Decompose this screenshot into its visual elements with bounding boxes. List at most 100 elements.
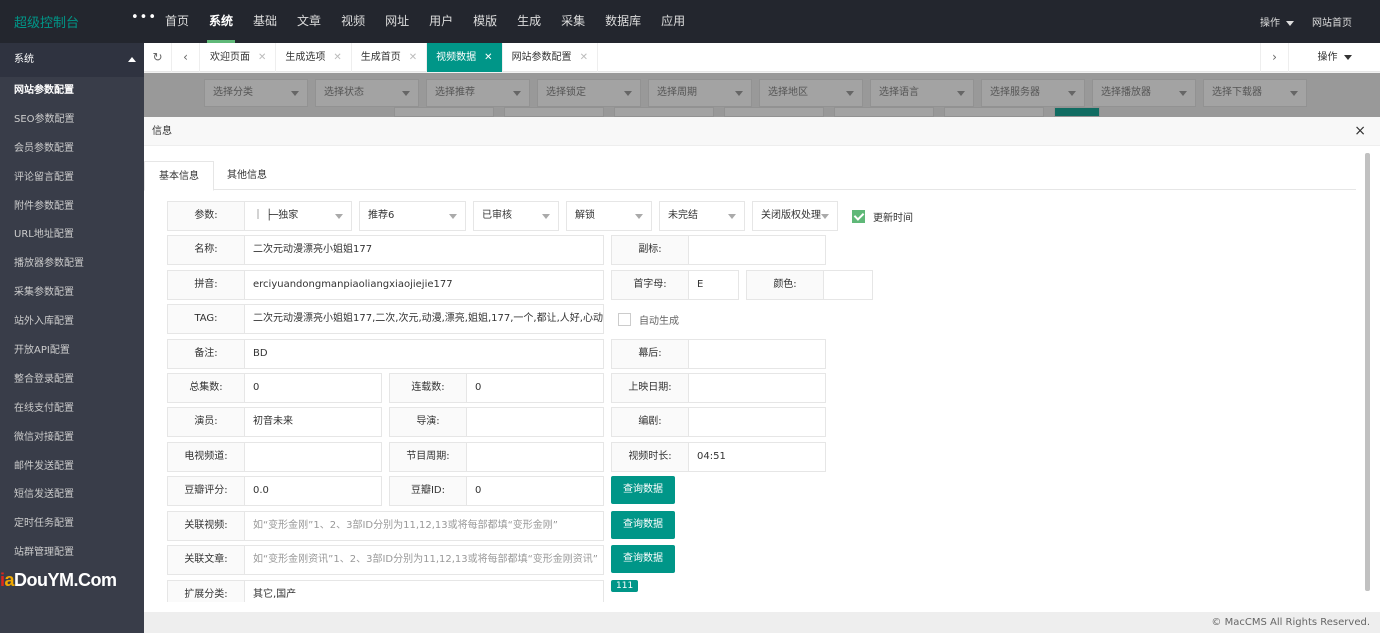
behind-input[interactable] — [689, 339, 826, 369]
tab-other-info[interactable]: 其他信息 — [213, 161, 281, 191]
nav-article[interactable]: 文章 — [287, 0, 331, 43]
top-header: 超级控制台 ••• 首页 系统 基础 文章 视频 网址 用户 模版 生成 采集 … — [0, 0, 1380, 43]
close-icon[interactable]: ✕ — [333, 52, 341, 63]
name-input[interactable]: 二次元动漫漂亮小姐姐177 — [245, 235, 604, 265]
filter-select[interactable]: 选择语言 — [870, 79, 974, 107]
sidebar-item-wechat[interactable]: 微信对接配置 — [0, 424, 144, 453]
sidebar-item-member[interactable]: 会员参数配置 — [0, 135, 144, 164]
close-icon[interactable]: ✕ — [258, 52, 266, 63]
actor-input[interactable]: 初音未来 — [245, 407, 382, 437]
filter-select[interactable]: 选择锁定 — [537, 79, 641, 107]
close-icon[interactable]: ✕ — [409, 52, 417, 63]
sidebar-item-sms[interactable]: 短信发送配置 — [0, 481, 144, 510]
nav-database[interactable]: 数据库 — [595, 0, 651, 43]
sidebar-item-comment[interactable]: 评论留言配置 — [0, 164, 144, 193]
sidebar-item-import[interactable]: 站外入库配置 — [0, 308, 144, 337]
refresh-icon[interactable]: ↻ — [144, 43, 172, 72]
filter-select[interactable]: 选择地区 — [759, 79, 863, 107]
menu-toggle-icon[interactable]: ••• — [131, 10, 157, 25]
writer-input[interactable] — [689, 407, 826, 437]
letter-input[interactable]: E — [689, 270, 739, 300]
sidebar-item-attachment[interactable]: 附件参数配置 — [0, 193, 144, 222]
nav-generate[interactable]: 生成 — [507, 0, 551, 43]
tab-video-data[interactable]: 视频数据 ✕ — [427, 43, 503, 72]
nav-apps[interactable]: 应用 — [651, 0, 695, 43]
pubdate-input[interactable] — [689, 373, 826, 403]
filter-select[interactable]: 选择播放器 — [1092, 79, 1196, 107]
tab-basic-info[interactable]: 基本信息 — [144, 161, 214, 191]
filter-select[interactable]: 选择下载器 — [1203, 79, 1307, 107]
update-time-checkbox[interactable]: 更新时间 — [852, 201, 913, 231]
query-douban-button[interactable]: 查询数据 — [611, 476, 675, 504]
tab-ops-menu[interactable]: 操作 — [1288, 43, 1380, 72]
tag-input[interactable]: 二次元动漫漂亮小姐姐177,二次,次元,动漫,漂亮,姐姐,177,一个,都让,人… — [245, 304, 604, 334]
chevron-left-icon[interactable]: ‹ — [172, 43, 200, 72]
ext-class-input[interactable]: 其它,国产 — [245, 580, 604, 602]
tab-welcome[interactable]: 欢迎页面 ✕ — [201, 43, 277, 72]
tv-input[interactable] — [245, 442, 382, 472]
tab-gen-options[interactable]: 生成选项 ✕ — [276, 43, 352, 72]
douban-score-input[interactable]: 0.0 — [245, 476, 382, 506]
sidebar-item-url[interactable]: URL地址配置 — [0, 221, 144, 250]
type-select[interactable]: ｜ ├─独家 — [245, 201, 352, 231]
nav-collect[interactable]: 采集 — [551, 0, 595, 43]
filter-select[interactable]: 选择周期 — [648, 79, 752, 107]
sidebar-item-timer[interactable]: 定时任务配置 — [0, 510, 144, 539]
chevron-right-icon[interactable]: › — [1260, 43, 1288, 72]
header-ops-menu[interactable]: 操作 — [1260, 14, 1294, 29]
chevron-down-icon — [449, 214, 457, 219]
scrollbar[interactable] — [1365, 153, 1370, 591]
sidebar-item-collect[interactable]: 采集参数配置 — [0, 279, 144, 308]
query-rel-vod-button[interactable]: 查询数据 — [611, 511, 675, 539]
sidebar-item-seo[interactable]: SEO参数配置 — [0, 106, 144, 135]
serial-input[interactable]: 0 — [467, 373, 604, 403]
lock-select[interactable]: 解锁 — [566, 201, 652, 231]
subtitle-input[interactable] — [689, 235, 826, 265]
remark-input[interactable]: BD — [245, 339, 604, 369]
sidebar-item-login[interactable]: 整合登录配置 — [0, 366, 144, 395]
tab-gen-index[interactable]: 生成首页 ✕ — [352, 43, 428, 72]
auto-generate-checkbox[interactable]: 自动生成 — [618, 304, 679, 334]
rel-vod-input[interactable]: 如“变形金刚”1、2、3部ID分别为11,12,13或将每部都填“变形金刚” — [245, 511, 604, 541]
total-input[interactable]: 0 — [245, 373, 382, 403]
recommend-select[interactable]: 推荐6 — [359, 201, 466, 231]
sidebar-item-pay[interactable]: 在线支付配置 — [0, 395, 144, 424]
weekday-input[interactable] — [467, 442, 604, 472]
duration-input[interactable]: 04:51 — [689, 442, 826, 472]
filter-select[interactable]: 选择服务器 — [981, 79, 1085, 107]
sidebar-item-sitegroup[interactable]: 站群管理配置 — [0, 539, 144, 568]
sidebar-item-site-config[interactable]: 网站参数配置 — [0, 77, 144, 106]
filter-select[interactable]: 选择状态 — [315, 79, 419, 107]
close-icon[interactable]: ✕ — [484, 52, 492, 63]
nav-user[interactable]: 用户 — [419, 0, 463, 43]
query-rel-art-button[interactable]: 查询数据 — [611, 545, 675, 573]
nav-system[interactable]: 系统 — [199, 0, 243, 43]
sidebar-group-header[interactable]: 系统 — [0, 43, 144, 77]
color-input[interactable] — [824, 270, 873, 300]
nav-home[interactable]: 首页 — [155, 0, 199, 43]
close-icon[interactable]: ✕ — [580, 52, 588, 63]
site-home-link[interactable]: 网站首页 — [1312, 14, 1352, 29]
status-select[interactable]: 已审核 — [473, 201, 559, 231]
nav-basic[interactable]: 基础 — [243, 0, 287, 43]
copyright-select[interactable]: 关闭版权处理 — [752, 201, 838, 231]
sidebar-item-email[interactable]: 邮件发送配置 — [0, 453, 144, 482]
filter-select[interactable]: 选择推荐 — [426, 79, 530, 107]
director-input[interactable] — [467, 407, 604, 437]
close-icon[interactable]: × — [1354, 117, 1366, 146]
tab-label: 欢迎页面 — [210, 52, 250, 63]
name-row: 名称: 二次元动漫漂亮小姐姐177 副标: — [167, 235, 826, 265]
nav-template[interactable]: 模版 — [463, 0, 507, 43]
douban-id-input[interactable]: 0 — [467, 476, 604, 506]
filter-select[interactable]: 选择分类 — [204, 79, 308, 107]
finish-select[interactable]: 未完结 — [659, 201, 745, 231]
app-logo[interactable]: 超级控制台 — [14, 12, 79, 31]
nav-video[interactable]: 视频 — [331, 0, 375, 43]
nav-website[interactable]: 网址 — [375, 0, 419, 43]
rel-art-input[interactable]: 如“变形金刚资讯”1、2、3部ID分别为11,12,13或将每部都填“变形金刚资… — [245, 545, 604, 575]
sidebar-item-api[interactable]: 开放API配置 — [0, 337, 144, 366]
sidebar-item-player[interactable]: 播放器参数配置 — [0, 250, 144, 279]
tag-label: TAG: — [167, 304, 245, 334]
tab-site-config[interactable]: 网站参数配置 ✕ — [503, 43, 598, 72]
pinyin-input[interactable]: erciyuandongmanpiaoliangxiaojiejie177 — [245, 270, 604, 300]
